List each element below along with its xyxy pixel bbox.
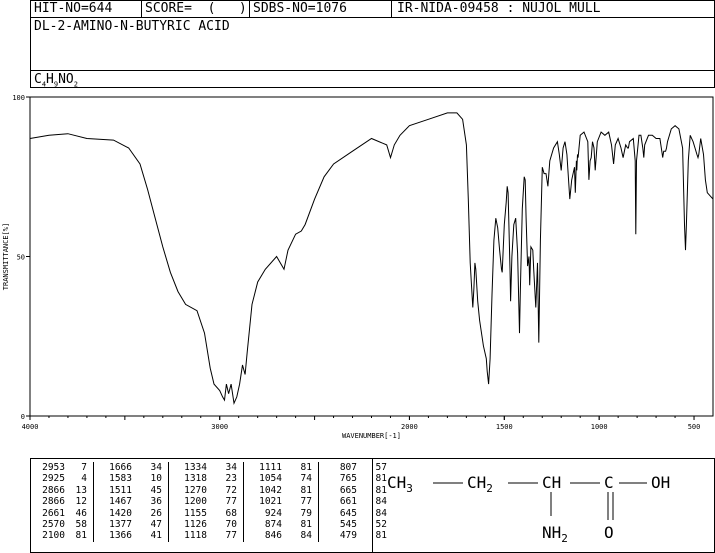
- peak-transmittance: 34: [207, 462, 244, 474]
- peak-transmittance: 23: [207, 473, 244, 485]
- peak-wavenumber: 1666: [109, 462, 132, 473]
- peak-transmittance: 41: [132, 530, 169, 542]
- x-tick-label: 2000: [401, 423, 418, 431]
- peak-wavenumber: 1511: [109, 484, 132, 496]
- peak-transmittance: 81: [282, 519, 319, 531]
- x-tick-label: 1000: [591, 423, 608, 431]
- peak-wavenumber: 645: [339, 507, 357, 519]
- x-axis-label: WAVENUMBER[-1]: [342, 432, 401, 440]
- y-tick-label: 100: [12, 94, 25, 102]
- peak-wavenumber: 1366: [109, 530, 132, 542]
- y-tick-label: 50: [17, 254, 25, 262]
- peak-transmittance: 81: [282, 484, 319, 497]
- peak-row: 2953 7 1666 34 1334 34 1111 81 807 57: [30, 462, 393, 474]
- peak-wavenumber: 1118: [184, 530, 207, 542]
- peak-transmittance: 77: [207, 496, 244, 508]
- peak-row: 2866 12 1467 36 1200 77 1021 77 661 84: [30, 496, 393, 508]
- x-tick-label: 4000: [22, 423, 39, 431]
- peak-wavenumber: 1042: [259, 484, 282, 496]
- structure-nh2: NH2: [542, 523, 568, 545]
- peak-wavenumber: 2100: [42, 530, 65, 542]
- peak-wavenumber: 1021: [259, 496, 282, 508]
- peak-wavenumber: 2866: [42, 496, 65, 508]
- peak-transmittance: 12: [65, 496, 94, 508]
- peak-wavenumber: 1467: [109, 496, 132, 508]
- peak-transmittance: 26: [132, 507, 169, 520]
- x-tick-label: 3000: [211, 423, 228, 431]
- peak-wavenumber: 1155: [184, 507, 207, 519]
- peak-row: 2925 4 1583 10 1318 23 1054 74 765 81: [30, 473, 393, 485]
- peak-wavenumber: 874: [264, 519, 282, 531]
- peak-wavenumber: 846: [264, 530, 282, 542]
- x-tick-label: 1500: [496, 423, 513, 431]
- spectrum-line: [29, 112, 714, 405]
- peak-row: 2866 13 1511 45 1270 72 1042 81 665 81: [30, 484, 393, 497]
- peak-wavenumber: 1377: [109, 519, 132, 531]
- peak-transmittance: 72: [207, 484, 244, 497]
- peak-transmittance: 34: [132, 462, 169, 474]
- peak-wavenumber: 1420: [109, 507, 132, 519]
- peak-transmittance: 13: [65, 484, 94, 497]
- peak-wavenumber: 924: [264, 507, 282, 519]
- peak-wavenumber: 1318: [184, 473, 207, 485]
- peak-transmittance: 36: [132, 496, 169, 508]
- plot-frame: [29, 96, 714, 417]
- y-axis-label: TRANSMITTANCE[%]: [2, 223, 10, 290]
- peak-transmittance: 68: [207, 507, 244, 520]
- peak-wavenumber: 1126: [184, 519, 207, 531]
- peak-transmittance: 74: [282, 473, 319, 485]
- structure-oh: OH: [651, 473, 670, 492]
- peak-wavenumber: 807: [339, 462, 357, 473]
- peak-wavenumber: 479: [339, 530, 357, 542]
- peak-wavenumber: 765: [339, 473, 357, 485]
- peak-list-table: 2953 7 1666 34 1334 34 1111 81 807 57 2925 4 1583 10 1…: [30, 462, 393, 542]
- peak-transmittance: 7: [65, 462, 94, 474]
- peak-transmittance: 46: [65, 507, 94, 520]
- peak-wavenumber: 1270: [184, 484, 207, 496]
- peak-wavenumber: 1334: [184, 462, 207, 473]
- peak-table: 2953 7 1666 34 1334 34 1111 81 807 57 2925 4 1583 10 1…: [30, 462, 393, 542]
- peak-row: 2661 46 1420 26 1155 68 924 79 645 84: [30, 507, 393, 520]
- peak-row: 2570 58 1377 47 1126 70 874 81 545 52: [30, 519, 393, 531]
- chemical-structure: CH3 CH2 CH C OH NH2 O: [387, 473, 670, 545]
- peak-transmittance: 77: [282, 496, 319, 508]
- peak-wavenumber: 2661: [42, 507, 65, 519]
- peak-wavenumber: 545: [339, 519, 357, 531]
- structure-c: C: [604, 473, 614, 492]
- peak-wavenumber: 1054: [259, 473, 282, 485]
- peak-transmittance: 47: [132, 519, 169, 531]
- peak-transmittance: 79: [282, 507, 319, 520]
- peak-transmittance: 70: [207, 519, 244, 531]
- y-tick-label: 0: [21, 413, 25, 421]
- peak-wavenumber: 2866: [42, 484, 65, 496]
- structure-ch: CH: [542, 473, 561, 492]
- peak-transmittance: 77: [207, 530, 244, 542]
- ir-spectrum-chart: 4000 3000 2000 1500 1000 500 0 50 100 WAVENUMBER[…: [2, 94, 714, 440]
- structure-o: O: [604, 523, 614, 542]
- peak-wavenumber: 1583: [109, 473, 132, 485]
- peak-transmittance: 81: [282, 462, 319, 474]
- peak-wavenumber: 2953: [42, 462, 65, 473]
- peak-row: 2100 81 1366 41 1118 77 846 84 479 81: [30, 530, 393, 542]
- peak-transmittance: 4: [65, 473, 94, 485]
- peak-wavenumber: 1200: [184, 496, 207, 508]
- structure-ch3: CH3: [387, 473, 413, 495]
- peak-wavenumber: 2570: [42, 519, 65, 531]
- structure-ch2: CH2: [467, 473, 493, 495]
- peak-transmittance: 10: [132, 473, 169, 485]
- x-tick-label: 500: [688, 423, 701, 431]
- structure-divider: [372, 458, 373, 553]
- peak-wavenumber: 1111: [259, 462, 282, 473]
- peak-transmittance: 45: [132, 484, 169, 497]
- peak-transmittance: 58: [65, 519, 94, 531]
- peak-wavenumber: 665: [339, 484, 357, 496]
- peak-transmittance: 81: [65, 530, 94, 542]
- peak-wavenumber: 2925: [42, 473, 65, 485]
- peak-wavenumber: 661: [339, 496, 357, 508]
- peak-transmittance: 84: [282, 530, 319, 542]
